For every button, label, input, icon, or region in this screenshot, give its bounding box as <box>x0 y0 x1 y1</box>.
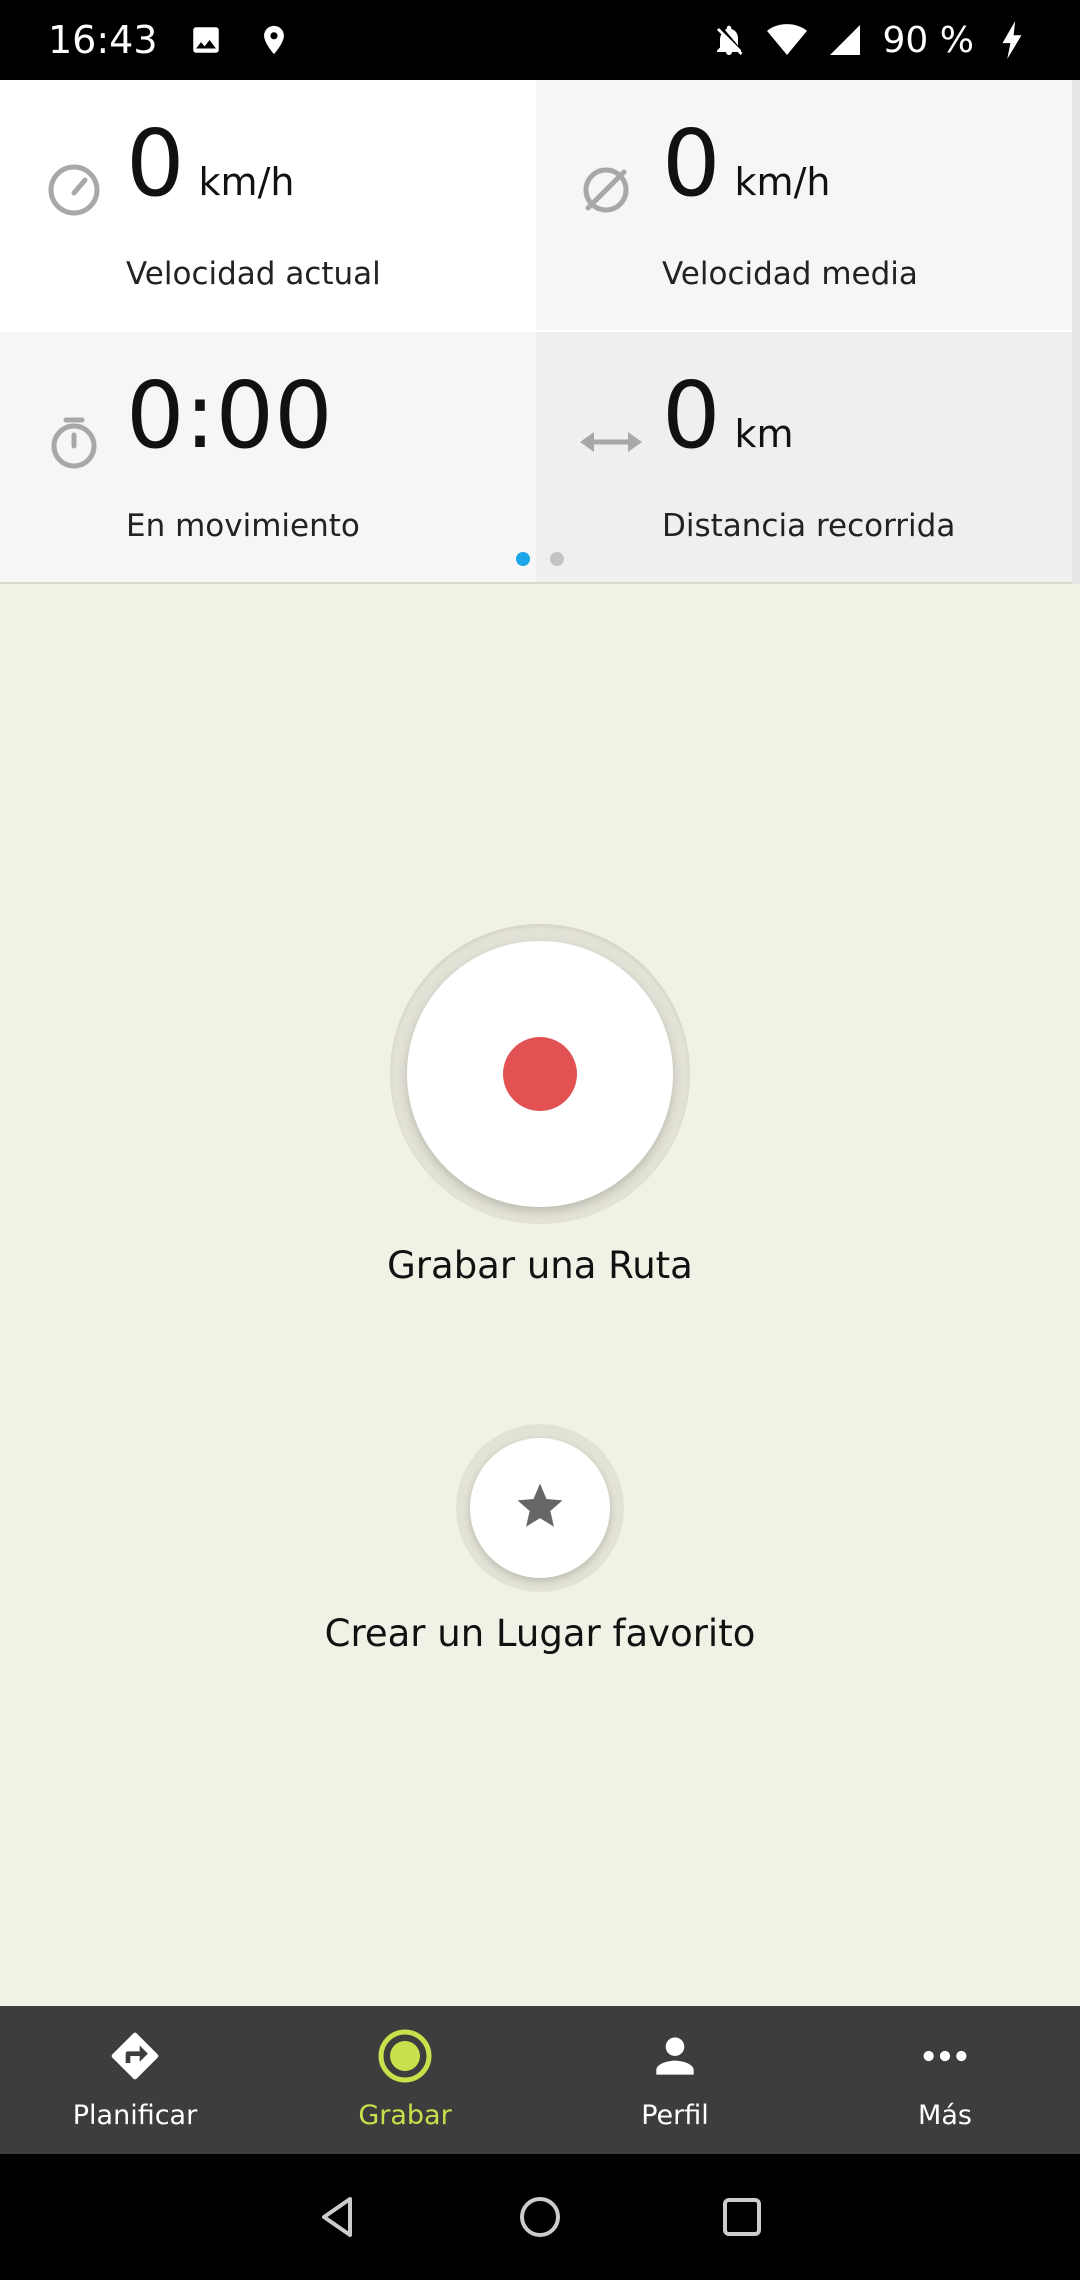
nav-item-perfil[interactable]: Perfil <box>540 2006 810 2154</box>
signal-icon <box>825 20 865 60</box>
nav-label: Grabar <box>358 2100 452 2131</box>
stats-panel[interactable]: 0 km/h Velocidad actual 0 km/h Velocidad… <box>0 80 1080 584</box>
charging-icon <box>992 20 1032 60</box>
page-dot-2[interactable] <box>550 552 564 566</box>
favorite-place-button[interactable] <box>470 1438 610 1578</box>
record-route-label[interactable]: Grabar una Ruta <box>0 1244 1080 1287</box>
nav-item-mas[interactable]: Más <box>810 2006 1080 2154</box>
location-icon <box>254 20 294 60</box>
stat-current-speed: 0 km/h Velocidad actual <box>0 80 536 330</box>
stat-average-speed: 0 km/h Velocidad media <box>536 80 1072 330</box>
stat-moving-time: 0:00 En movimiento <box>0 332 536 582</box>
current-speed-label: Velocidad actual <box>126 256 381 292</box>
current-speed-value: 0 <box>126 110 185 217</box>
stopwatch-icon <box>44 412 104 472</box>
record-route-button-ring <box>390 924 690 1224</box>
average-speed-value: 0 <box>662 110 721 217</box>
speedometer-icon <box>44 160 104 220</box>
image-icon <box>186 20 226 60</box>
record-icon <box>375 2026 435 2086</box>
moving-time-value: 0:00 <box>126 362 333 469</box>
page-indicator <box>0 552 1080 566</box>
star-icon <box>513 1479 567 1538</box>
nav-label: Más <box>918 2100 972 2131</box>
notifications-off-icon <box>709 20 749 60</box>
favorite-place-label[interactable]: Crear un Lugar favorito <box>0 1612 1080 1655</box>
page-dot-1[interactable] <box>516 552 530 566</box>
distance-value: 0 <box>662 362 721 469</box>
moving-time-label: En movimiento <box>126 508 360 544</box>
record-route-button[interactable] <box>407 941 673 1207</box>
wifi-icon <box>766 20 807 60</box>
battery-percentage: 90 % <box>882 19 974 61</box>
favorite-place-button-ring <box>456 1424 624 1592</box>
current-speed-unit: km/h <box>198 160 295 204</box>
average-icon <box>576 160 636 220</box>
average-speed-label: Velocidad media <box>662 256 918 292</box>
stat-distance: 0 km Distancia recorrida <box>536 332 1072 582</box>
back-icon[interactable] <box>312 2191 364 2243</box>
distance-unit: km <box>734 412 794 456</box>
nav-label: Planificar <box>72 2100 198 2131</box>
status-bar: 16:43 90 % <box>0 0 1080 80</box>
directions-icon <box>105 2026 165 2086</box>
more-icon <box>915 2026 975 2086</box>
nav-label: Perfil <box>641 2100 709 2131</box>
person-icon <box>645 2026 705 2086</box>
record-dot-icon <box>503 1037 577 1111</box>
recents-icon[interactable] <box>716 2191 768 2243</box>
distance-arrows-icon <box>576 412 642 472</box>
home-icon[interactable] <box>514 2191 566 2243</box>
system-navigation-bar <box>0 2154 1080 2280</box>
bottom-navigation: Planificar Grabar Perfil Más <box>0 2006 1080 2154</box>
status-time: 16:43 <box>48 18 158 62</box>
distance-label: Distancia recorrida <box>662 508 956 544</box>
nav-item-planificar[interactable]: Planificar <box>0 2006 270 2154</box>
nav-item-grabar[interactable]: Grabar <box>270 2006 540 2154</box>
next-page-edge <box>1072 80 1080 584</box>
average-speed-unit: km/h <box>734 160 831 204</box>
